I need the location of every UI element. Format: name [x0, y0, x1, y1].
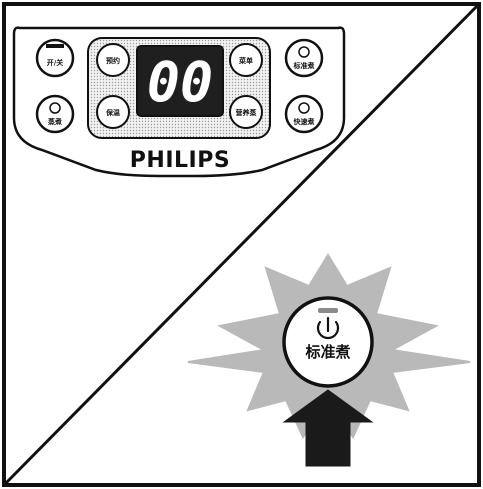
highlighted-button[interactable]: 标准煮 — [282, 296, 374, 388]
button-indicator — [318, 308, 338, 313]
brand-logo: PHILIPS — [130, 148, 230, 173]
left-top-button[interactable]: 开/关 — [35, 38, 75, 78]
left-bottom-button[interactable]: 蒸煮 — [35, 94, 75, 134]
control-panel: 00 开/关 蒸煮 预约 保温 菜单 营养蒸 标准煮 快速煮 PHILIPS — [12, 26, 346, 178]
right-top-button[interactable]: 标准煮 — [284, 38, 324, 78]
inner-right-top-button[interactable]: 菜单 — [229, 43, 263, 77]
inner-left-top-button[interactable]: 预约 — [96, 43, 130, 77]
inner-left-bottom-button[interactable]: 保温 — [96, 95, 130, 129]
right-top-label: 标准煮 — [293, 61, 315, 70]
left-bottom-label: 蒸煮 — [48, 117, 62, 126]
display-digits: 00 — [147, 50, 213, 114]
left-top-label: 开/关 — [47, 58, 64, 67]
illustration-canvas: 00 开/关 蒸煮 预约 保温 菜单 营养蒸 标准煮 快速煮 PHILIPS 标… — [2, 2, 481, 487]
inner-right-bottom-button[interactable]: 营养蒸 — [229, 95, 263, 129]
instruction-illustration: 00 开/关 蒸煮 预约 保温 菜单 营养蒸 标准煮 快速煮 PHILIPS 标… — [0, 0, 483, 489]
highlighted-button-label: 标准煮 — [304, 343, 350, 361]
right-bottom-button[interactable]: 快速煮 — [284, 94, 324, 134]
inner-right-bottom-label: 营养蒸 — [236, 108, 257, 117]
right-bottom-label: 快速煮 — [294, 117, 315, 126]
inner-left-bottom-label: 保温 — [105, 108, 120, 117]
inner-left-top-label: 预约 — [106, 56, 120, 65]
inner-right-top-label: 菜单 — [238, 56, 253, 65]
